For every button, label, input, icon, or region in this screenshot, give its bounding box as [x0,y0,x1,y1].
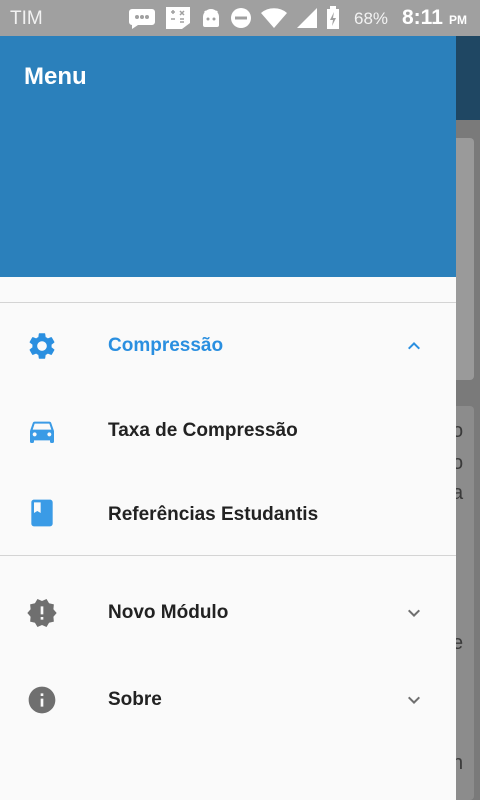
android-icon [200,7,222,29]
drawer-title: Menu [24,63,87,90]
menu-section-label: Novo Módulo [108,602,229,623]
carrier-name: TIM [10,8,43,29]
chevron-down-icon [402,688,426,712]
menu-section-novo-modulo[interactable]: Novo Módulo [0,573,456,653]
battery-percent: 68% [354,9,389,28]
menu-item-taxa-de-compressao[interactable]: Taxa de Compressão [0,390,456,470]
status-bar: TIM 68% 8:11 PM [0,0,480,36]
menu-item-label: Taxa de Compressão [108,420,298,441]
navigation-drawer: Menu Compressão Taxa de Compressão Refer… [0,36,456,800]
signal-icon [296,7,318,29]
menu-item-referencias-estudantis[interactable]: Referências Estudantis [0,474,456,554]
battery-charging-icon [326,6,340,30]
divider [0,555,456,556]
wifi-icon [260,7,288,29]
menu-item-label: Referências Estudantis [108,504,319,525]
drawer-header: Menu [0,36,456,277]
alert-badge-icon [26,597,58,629]
gear-icon [26,330,58,362]
clock: 8:11 [402,6,443,29]
status-icons [128,4,340,32]
chevron-up-icon [402,334,426,358]
clock-ampm: PM [449,13,467,27]
sim-toolkit-icon [164,5,192,31]
menu-section-label: Compressão [108,335,224,356]
chevron-down-icon [402,601,426,625]
do-not-disturb-icon [230,7,252,29]
divider [0,302,456,303]
chat-icon [128,7,156,29]
menu-section-label: Sobre [108,689,162,710]
info-icon [26,684,58,716]
menu-section-sobre[interactable]: Sobre [0,660,456,740]
book-icon [26,497,58,529]
menu-section-compressao[interactable]: Compressão [0,306,456,386]
car-icon [26,415,58,447]
